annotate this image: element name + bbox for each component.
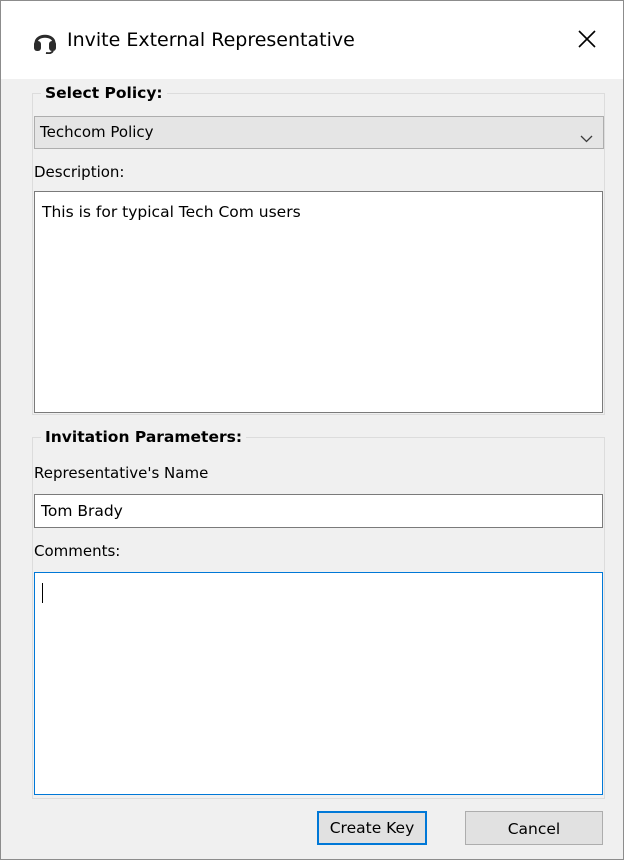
create-key-button[interactable]: Create Key xyxy=(317,811,427,845)
cancel-button[interactable]: Cancel xyxy=(465,811,603,845)
description-field[interactable]: This is for typical Tech Com users xyxy=(34,191,603,413)
comments-field[interactable] xyxy=(34,572,603,795)
chevron-down-icon xyxy=(580,128,593,147)
policy-dropdown[interactable]: Techcom Policy xyxy=(34,116,604,149)
description-label: Description: xyxy=(34,163,125,181)
title-bar: Invite External Representative xyxy=(1,1,623,79)
invite-dialog: Invite External Representative Select Po… xyxy=(0,0,624,860)
text-caret xyxy=(42,583,43,603)
dialog-title: Invite External Representative xyxy=(67,29,355,51)
comments-label: Comments: xyxy=(34,542,121,560)
select-policy-legend: Select Policy: xyxy=(41,83,167,103)
close-icon xyxy=(578,30,596,48)
policy-dropdown-value: Techcom Policy xyxy=(40,123,154,141)
rep-name-input[interactable]: Tom Brady xyxy=(34,494,603,528)
rep-name-label: Representative's Name xyxy=(34,464,209,482)
invitation-parameters-legend: Invitation Parameters: xyxy=(41,427,247,447)
close-button[interactable] xyxy=(561,17,613,61)
rep-name-value: Tom Brady xyxy=(41,502,123,520)
description-text: This is for typical Tech Com users xyxy=(42,203,301,221)
headset-icon xyxy=(31,28,59,55)
